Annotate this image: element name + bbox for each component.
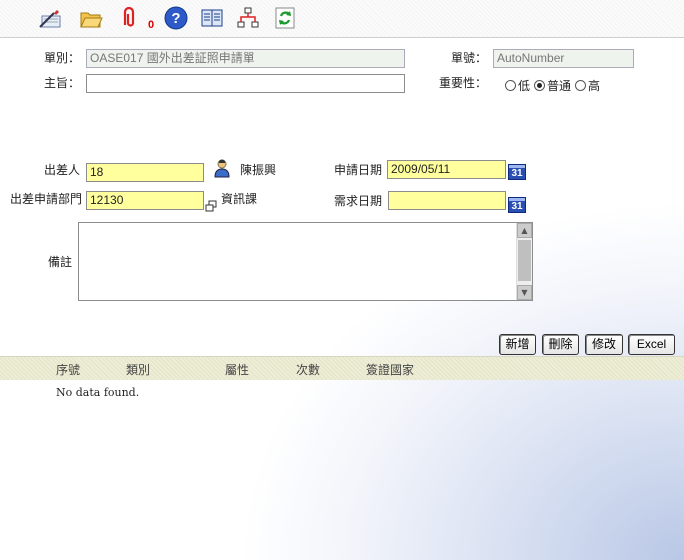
svg-text:?: ? — [171, 10, 180, 27]
person-picker-icon[interactable] — [212, 158, 232, 178]
doc-no-label: 單號： — [450, 51, 487, 65]
need-date-input[interactable] — [388, 191, 506, 210]
add-button[interactable]: 新增 — [499, 334, 536, 355]
subject-input[interactable] — [86, 74, 405, 93]
col-category[interactable]: 類別 — [126, 361, 150, 378]
priority-low-option[interactable]: 低 — [505, 77, 530, 94]
traveler-name: 陳振興 — [240, 163, 277, 177]
calendar-icon-apply[interactable]: 31 — [508, 164, 526, 180]
grid-empty-message: No data found. — [56, 386, 140, 399]
dept-id-input[interactable]: 12130 — [86, 191, 204, 210]
priority-normal-label: 普通 — [547, 79, 572, 93]
remark-textarea[interactable]: ▲ ▼ — [78, 222, 533, 301]
scroll-down-icon[interactable]: ▼ — [517, 285, 532, 300]
priority-normal-radio[interactable] — [534, 80, 546, 91]
dept-picker-icon[interactable] — [205, 200, 217, 212]
dept-name: 資訊課 — [221, 192, 258, 206]
apply-date-label: 申請日期 — [333, 163, 382, 177]
edit-icon[interactable] — [38, 5, 64, 31]
priority-low-radio[interactable] — [505, 80, 516, 91]
priority-high-option[interactable]: 高 — [575, 77, 600, 94]
doc-type-field: OASE017 國外出差証照申請單 — [86, 49, 405, 68]
toolbar: 0 ? — [0, 0, 684, 38]
attachment-count: 0 — [148, 19, 155, 31]
apply-date-input[interactable]: 2009/05/11 — [387, 160, 506, 179]
priority-normal-option[interactable]: 普通 — [534, 77, 571, 94]
priority-high-label: 高 — [588, 79, 601, 93]
priority-label: 重要性： — [438, 76, 487, 90]
dept-label: 出差申請部門 — [9, 192, 82, 206]
col-seq[interactable]: 序號 — [56, 361, 80, 378]
folder-open-icon[interactable] — [78, 5, 104, 31]
grid-header: 序號 類別 屬性 次數 簽證國家 — [0, 356, 684, 380]
doc-no-field: AutoNumber — [493, 49, 634, 68]
remark-label: 備註 — [47, 255, 72, 269]
excel-button[interactable]: Excel — [628, 334, 675, 355]
calendar-icon-need[interactable]: 31 — [508, 197, 526, 213]
paperclip-icon[interactable] — [116, 5, 142, 31]
remark-text — [79, 223, 532, 229]
doc-type-label: 單別： — [43, 51, 80, 65]
help-icon[interactable]: ? — [163, 5, 189, 31]
col-visa-country[interactable]: 簽證國家 — [366, 361, 414, 378]
flowchart-icon[interactable] — [235, 5, 261, 31]
scroll-track[interactable] — [518, 240, 531, 281]
remark-scrollbar[interactable]: ▲ ▼ — [516, 223, 532, 300]
refresh-icon[interactable] — [272, 5, 298, 31]
traveler-id-input[interactable]: 18 — [86, 163, 204, 182]
traveler-label: 出差人 — [43, 163, 80, 177]
edit-button[interactable]: 修改 — [585, 334, 623, 355]
book-icon[interactable] — [199, 5, 225, 31]
priority-low-label: 低 — [518, 79, 531, 93]
col-attribute[interactable]: 屬性 — [225, 361, 249, 378]
subject-label: 主旨： — [43, 76, 80, 90]
priority-radio-group: 低 普通 高 — [505, 77, 600, 94]
scroll-up-icon[interactable]: ▲ — [517, 223, 532, 238]
need-date-label: 需求日期 — [333, 194, 382, 208]
priority-high-radio[interactable] — [575, 80, 587, 91]
delete-button[interactable]: 刪除 — [542, 334, 579, 355]
col-count[interactable]: 次數 — [296, 361, 320, 378]
